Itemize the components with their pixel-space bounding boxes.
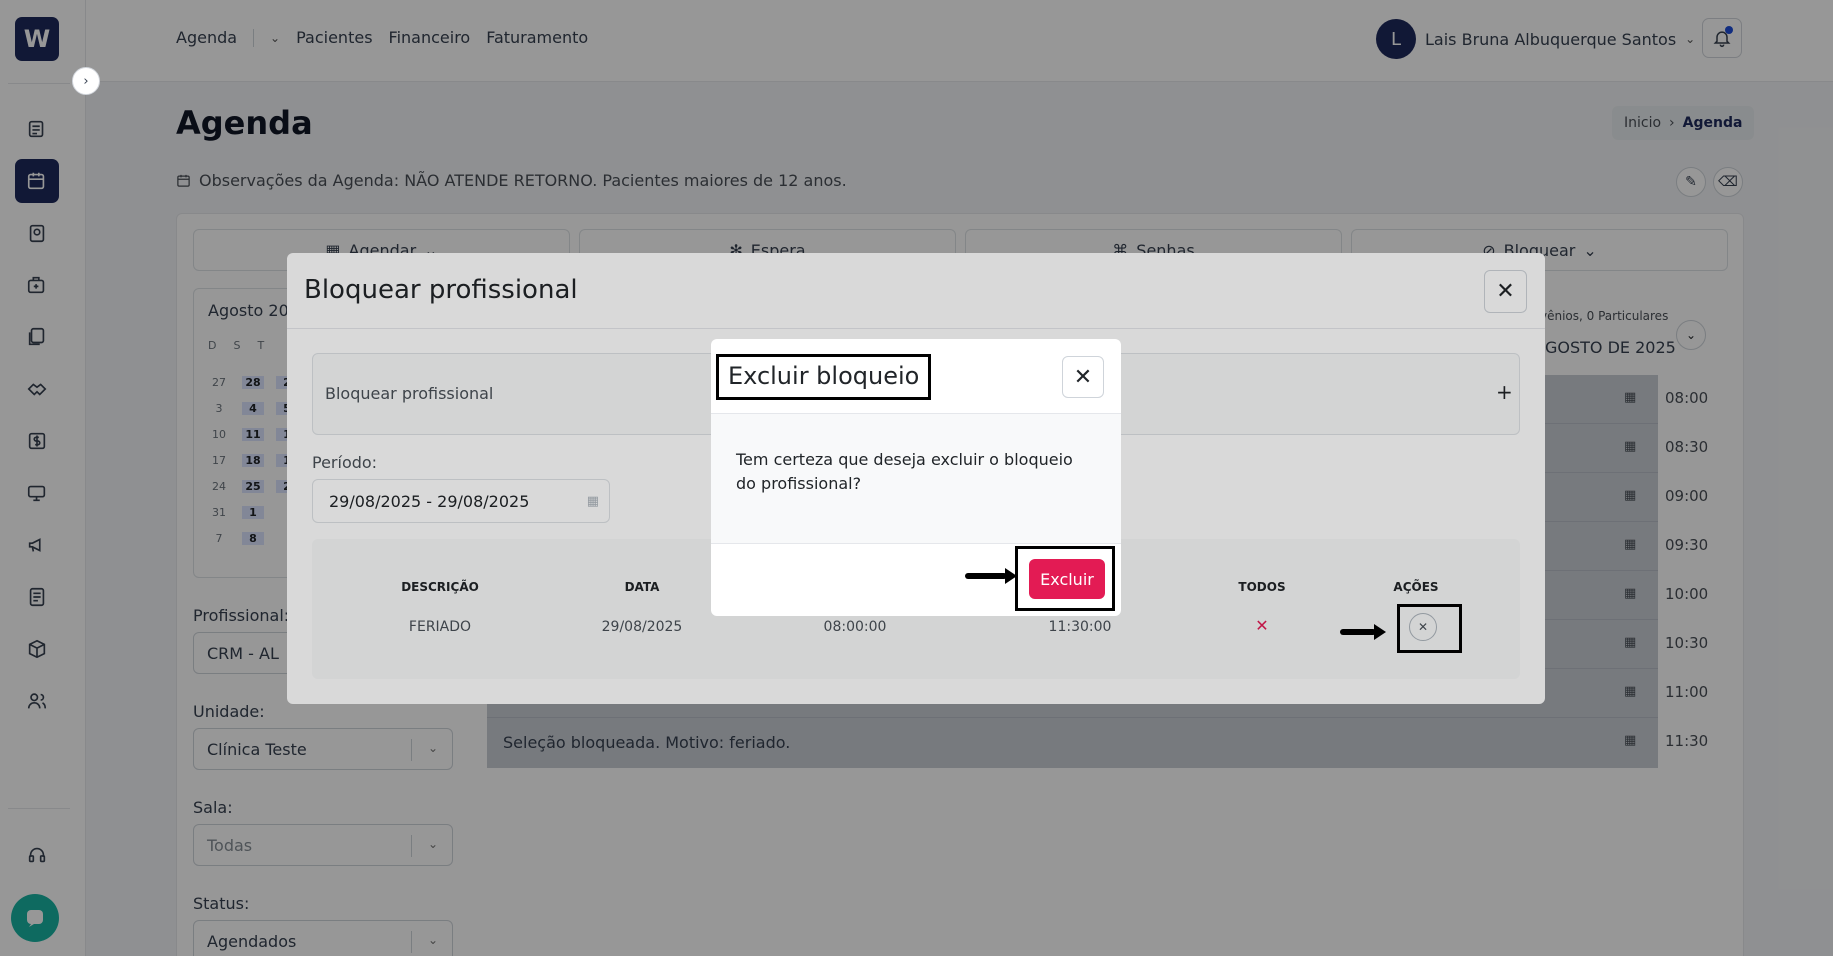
confirm-message: Tem certeza que deseja excluir o bloquei… — [736, 450, 1073, 493]
excluir-button[interactable]: Excluir — [1029, 559, 1105, 599]
arrow-annotation — [965, 568, 1017, 584]
close-icon: ✕ — [1073, 364, 1093, 390]
modal-footer: Excluir — [711, 543, 1121, 616]
confirm-delete-modal: Excluir bloqueio ✕ Tem certeza que desej… — [711, 339, 1121, 616]
modal-title: Excluir bloqueio — [716, 354, 932, 400]
modal-header: Excluir bloqueio ✕ — [711, 339, 1121, 414]
sidebar-toggle-button[interactable]: › — [72, 67, 100, 95]
close-modal-button[interactable]: ✕ — [1062, 356, 1104, 398]
modal-body: Tem certeza que deseja excluir o bloquei… — [711, 414, 1121, 544]
